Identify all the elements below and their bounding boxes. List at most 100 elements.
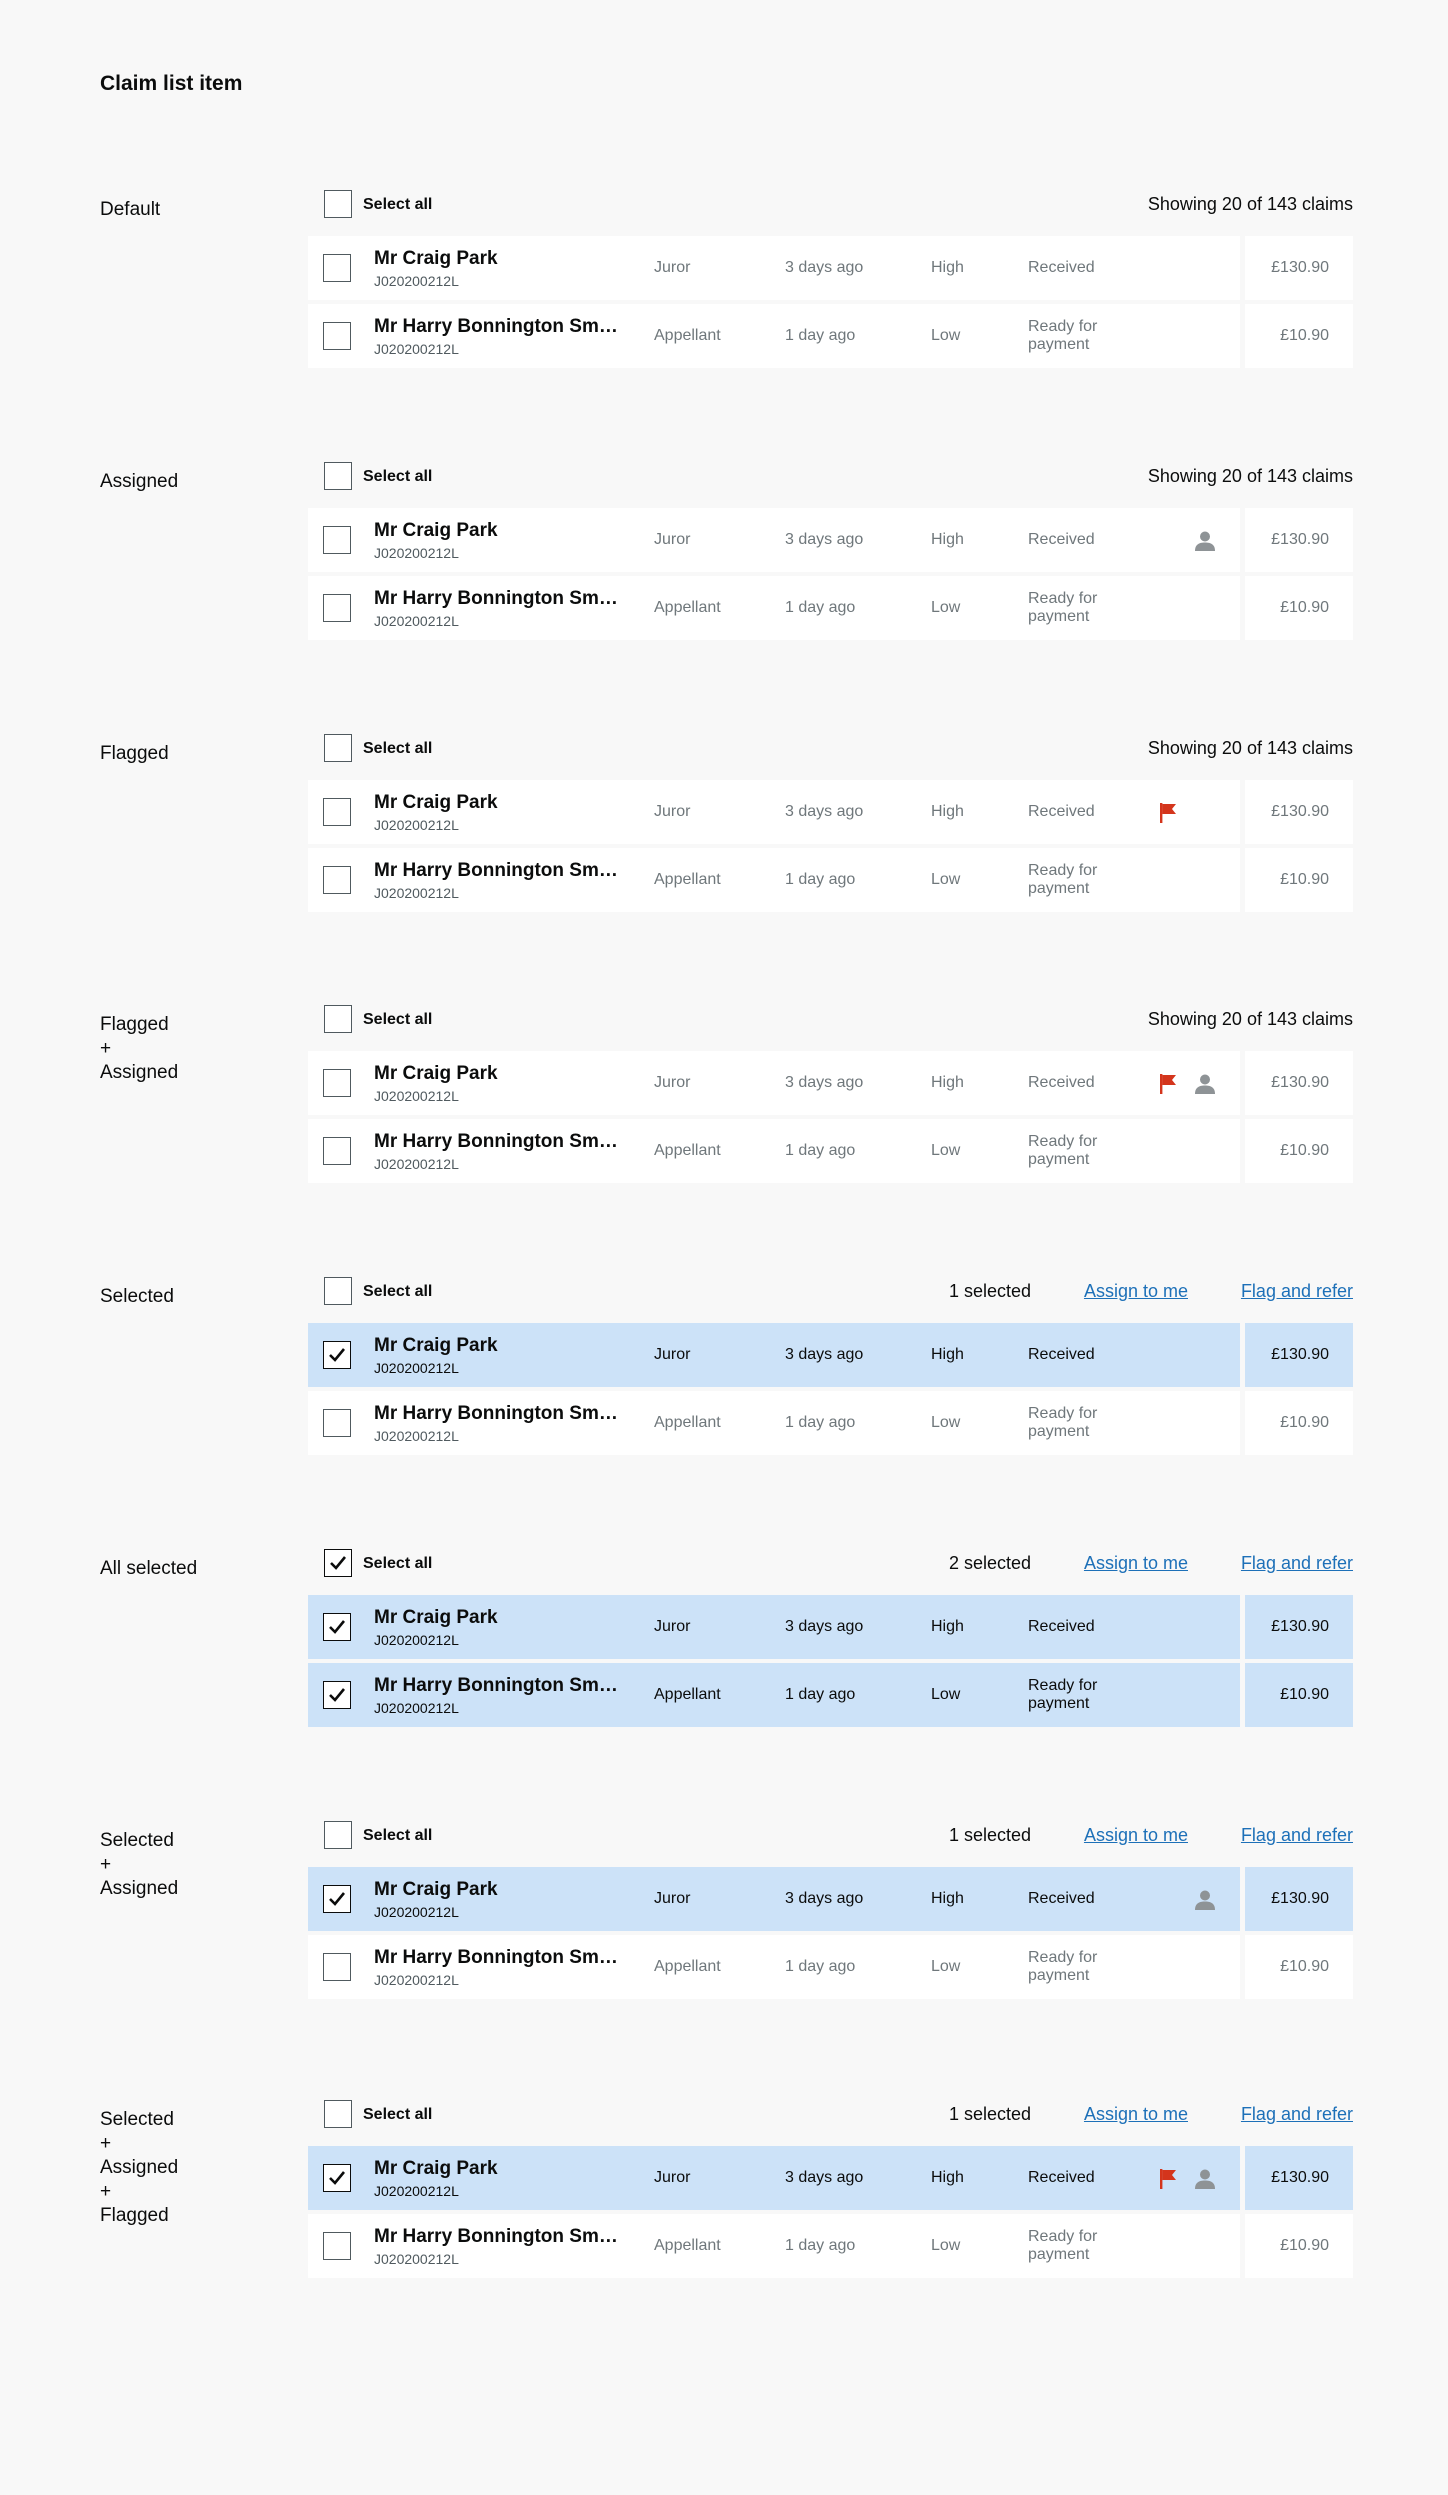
results-count: Showing 20 of 143 claims (1147, 738, 1353, 758)
check-icon (329, 2171, 346, 2185)
claim-row[interactable]: Mr Harry Bonnington Smythe J020200212L App… (308, 304, 1353, 368)
state-label: Selected (100, 1286, 174, 1307)
row-checkbox[interactable] (323, 1137, 351, 1165)
claimant-name[interactable]: Mr Craig Park (374, 792, 624, 814)
select-all-label[interactable]: Select all (363, 196, 432, 214)
list-toolbar: Select all Showing 20 of 143 claims (308, 186, 1353, 222)
select-all-label[interactable]: Select all (363, 1827, 432, 1845)
flag-and-refer-link[interactable]: Flag and refer (1241, 1825, 1353, 1846)
claim-row[interactable]: Mr Craig Park J020200212L Juror 3 days ago H… (308, 236, 1353, 300)
claim-priority: High (931, 1074, 964, 1091)
claim-row[interactable]: Mr Harry Bonnington Smythe J020200212L App… (308, 576, 1353, 640)
row-checkbox[interactable] (323, 2232, 351, 2260)
row-checkbox[interactable] (323, 1953, 351, 1981)
claim-reference: J020200212L (374, 2183, 459, 2199)
assign-to-me-link[interactable]: Assign to me (1084, 1825, 1188, 1846)
claimant-name[interactable]: Mr Craig Park (374, 1335, 624, 1357)
row-checkbox[interactable] (323, 322, 351, 350)
claim-amount: £10.90 (1280, 1414, 1329, 1431)
claimant-name[interactable]: Mr Harry Bonnington Smythe (374, 2226, 624, 2248)
select-all-checkbox[interactable] (324, 2100, 352, 2128)
select-all-checkbox[interactable] (324, 190, 352, 218)
claim-row[interactable]: Mr Craig Park J020200212L Juror 3 days ago H… (308, 1323, 1353, 1387)
claimant-name[interactable]: Mr Harry Bonnington Smythe (374, 316, 624, 338)
claim-age: 3 days ago (785, 1618, 864, 1635)
claimant-name[interactable]: Mr Harry Bonnington Smythe (374, 588, 624, 610)
claimant-name[interactable]: Mr Craig Park (374, 520, 624, 542)
claim-row[interactable]: Mr Harry Bonnington Smythe J020200212L App… (308, 1935, 1353, 1999)
claim-row[interactable]: Mr Craig Park J020200212L Juror 3 days ago H… (308, 1867, 1353, 1931)
assign-to-me-link[interactable]: Assign to me (1084, 1281, 1188, 1302)
claim-row[interactable]: Mr Craig Park J020200212L Juror 3 days ago H… (308, 2146, 1353, 2210)
claimant-name[interactable]: Mr Craig Park (374, 1879, 624, 1901)
check-icon (329, 1688, 346, 1702)
claim-row[interactable]: Mr Harry Bonnington Smythe J020200212L App… (308, 1119, 1353, 1183)
claimant-name[interactable]: Mr Craig Park (374, 2158, 624, 2180)
row-checkbox[interactable] (323, 1613, 351, 1641)
claim-age: 3 days ago (785, 1074, 864, 1091)
claim-priority: Low (931, 1142, 961, 1159)
claimant-name[interactable]: Mr Harry Bonnington Smythe (374, 1403, 624, 1425)
state-label: Default (100, 199, 161, 220)
select-all-label[interactable]: Select all (363, 1011, 432, 1029)
row-checkbox[interactable] (323, 1069, 351, 1097)
select-all-label[interactable]: Select all (363, 468, 432, 486)
claim-row[interactable]: Mr Harry Bonnington Smythe J020200212L App… (308, 1663, 1353, 1727)
row-checkbox[interactable] (323, 1341, 351, 1369)
row-checkbox[interactable] (323, 1681, 351, 1709)
flag-icon (1160, 2169, 1176, 2189)
claim-row[interactable]: Mr Harry Bonnington Smythe J020200212L App… (308, 1391, 1353, 1455)
claim-age: 1 day ago (785, 871, 856, 888)
select-all-label[interactable]: Select all (363, 1555, 432, 1573)
claimant-name[interactable]: Mr Harry Bonnington Smythe (374, 1947, 624, 1969)
select-all-label[interactable]: Select all (363, 1283, 432, 1301)
row-checkbox[interactable] (323, 2164, 351, 2192)
claim-age: 1 day ago (785, 2237, 856, 2254)
claim-reference: J020200212L (374, 273, 459, 289)
claim-priority: Low (931, 1958, 961, 1975)
row-checkbox[interactable] (323, 254, 351, 282)
claim-row[interactable]: Mr Craig Park J020200212L Juror 3 days ago H… (308, 1595, 1353, 1659)
claim-reference: J020200212L (374, 1428, 459, 1444)
claim-row[interactable]: Mr Craig Park J020200212L Juror 3 days ago H… (308, 508, 1353, 572)
row-checkbox[interactable] (323, 1885, 351, 1913)
claimant-name[interactable]: Mr Harry Bonnington Smythe (374, 860, 624, 882)
claimant-name[interactable]: Mr Craig Park (374, 248, 624, 270)
select-all-label[interactable]: Select all (363, 740, 432, 758)
claimant-name[interactable]: Mr Harry Bonnington Smythe (374, 1131, 624, 1153)
state-section: Flagged Select all Showing 20 of 143 claim… (0, 734, 1448, 962)
row-checkbox[interactable] (323, 1409, 351, 1437)
state-section: Flagged + Assigned Select all Showing 20 o… (0, 1005, 1448, 1233)
select-all-checkbox[interactable] (324, 1277, 352, 1305)
claimant-role: Appellant (654, 327, 721, 344)
row-checkbox[interactable] (323, 526, 351, 554)
row-checkbox[interactable] (323, 866, 351, 894)
select-all-checkbox[interactable] (324, 462, 352, 490)
claim-reference: J020200212L (374, 2251, 459, 2267)
flag-and-refer-link[interactable]: Flag and refer (1241, 1553, 1353, 1574)
select-all-label[interactable]: Select all (363, 2106, 432, 2124)
claim-row[interactable]: Mr Harry Bonnington Smythe J020200212L App… (308, 2214, 1353, 2278)
claim-row[interactable]: Mr Craig Park J020200212L Juror 3 days ago H… (308, 780, 1353, 844)
flag-icon (1160, 803, 1176, 823)
person-icon (1195, 1074, 1215, 1094)
row-divider (1240, 780, 1245, 844)
flag-and-refer-link[interactable]: Flag and refer (1241, 2104, 1353, 2125)
row-checkbox[interactable] (323, 798, 351, 826)
row-checkbox[interactable] (323, 594, 351, 622)
assign-to-me-link[interactable]: Assign to me (1084, 1553, 1188, 1574)
claimant-name[interactable]: Mr Harry Bonnington Smythe (374, 1675, 624, 1697)
claim-row[interactable]: Mr Craig Park J020200212L Juror 3 days ago H… (308, 1051, 1353, 1115)
row-divider (1240, 1663, 1245, 1727)
assign-to-me-link[interactable]: Assign to me (1084, 2104, 1188, 2125)
claim-row[interactable]: Mr Harry Bonnington Smythe J020200212L App… (308, 848, 1353, 912)
claimant-name[interactable]: Mr Craig Park (374, 1607, 624, 1629)
claimant-name[interactable]: Mr Craig Park (374, 1063, 624, 1085)
claimant-role: Appellant (654, 1414, 721, 1431)
select-all-checkbox[interactable] (324, 1005, 352, 1033)
select-all-checkbox[interactable] (324, 734, 352, 762)
select-all-checkbox[interactable] (324, 1821, 352, 1849)
select-all-checkbox[interactable] (324, 1549, 352, 1577)
claim-status: Received (1028, 1346, 1095, 1363)
flag-and-refer-link[interactable]: Flag and refer (1241, 1281, 1353, 1302)
